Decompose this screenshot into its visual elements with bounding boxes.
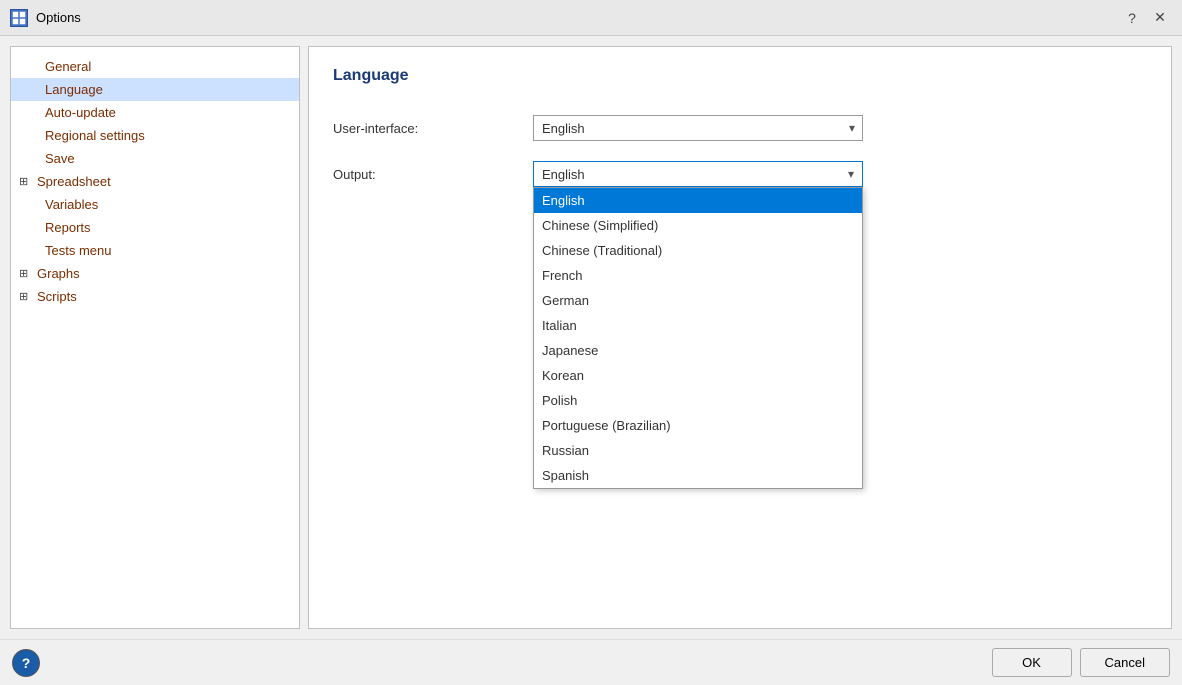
title-bar: Options ? ✕ (0, 0, 1182, 36)
user-interface-label: User-interface: (333, 121, 533, 136)
title-bar-controls: ? ✕ (1120, 6, 1172, 30)
dropdown-item-german[interactable]: German (534, 288, 862, 313)
sidebar-item-language[interactable]: Language (11, 78, 299, 101)
help-button[interactable]: ? (1120, 6, 1144, 30)
dropdown-item-chinese-simplified[interactable]: Chinese (Simplified) (534, 213, 862, 238)
dialog-footer: ? OK Cancel (0, 639, 1182, 685)
app-icon (10, 9, 28, 27)
sidebar-item-variables[interactable]: Variables (11, 193, 299, 216)
dropdown-item-korean[interactable]: Korean (534, 363, 862, 388)
footer-buttons: OK Cancel (992, 648, 1170, 677)
close-button[interactable]: ✕ (1148, 6, 1172, 30)
sidebar-item-save[interactable]: Save (11, 147, 299, 170)
user-interface-row: User-interface: English (333, 115, 1147, 141)
output-dropdown: English ▾ EnglishChinese (Simplified)Chi… (533, 161, 863, 187)
chevron-down-icon: ▾ (848, 167, 854, 181)
dropdown-item-spanish[interactable]: Spanish (534, 463, 862, 488)
output-selected-value: English (542, 167, 585, 182)
cancel-button[interactable]: Cancel (1080, 648, 1170, 677)
dialog-title: Options (36, 10, 81, 25)
dropdown-item-polish[interactable]: Polish (534, 388, 862, 413)
options-dialog: Options ? ✕ GeneralLanguageAuto-updateRe… (0, 0, 1182, 685)
title-bar-left: Options (10, 9, 81, 27)
user-interface-select[interactable]: English (533, 115, 863, 141)
dialog-body: GeneralLanguageAuto-updateRegional setti… (0, 36, 1182, 639)
output-row: Output: English ▾ EnglishChinese (Simpli… (333, 161, 1147, 187)
content-title: Language (333, 67, 1147, 85)
sidebar-item-autoupdate[interactable]: Auto-update (11, 101, 299, 124)
output-dropdown-trigger[interactable]: English ▾ (533, 161, 863, 187)
user-interface-select-wrapper: English (533, 115, 863, 141)
sidebar-item-graphs[interactable]: ⊞Graphs (11, 262, 299, 285)
expand-icon: ⊞ (19, 290, 33, 303)
sidebar-item-reports[interactable]: Reports (11, 216, 299, 239)
sidebar-item-general[interactable]: General (11, 55, 299, 78)
dropdown-item-english[interactable]: English (534, 188, 862, 213)
dropdown-item-portuguese-brazilian[interactable]: Portuguese (Brazilian) (534, 413, 862, 438)
dropdown-item-french[interactable]: French (534, 263, 862, 288)
sidebar-item-spreadsheet[interactable]: ⊞Spreadsheet (11, 170, 299, 193)
sidebar-item-scripts[interactable]: ⊞Scripts (11, 285, 299, 308)
help-icon-button[interactable]: ? (12, 649, 40, 677)
expand-icon: ⊞ (19, 267, 33, 280)
sidebar-item-regional[interactable]: Regional settings (11, 124, 299, 147)
dropdown-item-chinese-traditional[interactable]: Chinese (Traditional) (534, 238, 862, 263)
output-dropdown-list: EnglishChinese (Simplified)Chinese (Trad… (533, 187, 863, 489)
expand-icon: ⊞ (19, 175, 33, 188)
sidebar: GeneralLanguageAuto-updateRegional setti… (10, 46, 300, 629)
ok-button[interactable]: OK (992, 648, 1072, 677)
dropdown-item-japanese[interactable]: Japanese (534, 338, 862, 363)
content-panel: Language User-interface: English Output:… (308, 46, 1172, 629)
sidebar-item-testsmenu[interactable]: Tests menu (11, 239, 299, 262)
output-label: Output: (333, 167, 533, 182)
dropdown-item-russian[interactable]: Russian (534, 438, 862, 463)
dropdown-item-italian[interactable]: Italian (534, 313, 862, 338)
